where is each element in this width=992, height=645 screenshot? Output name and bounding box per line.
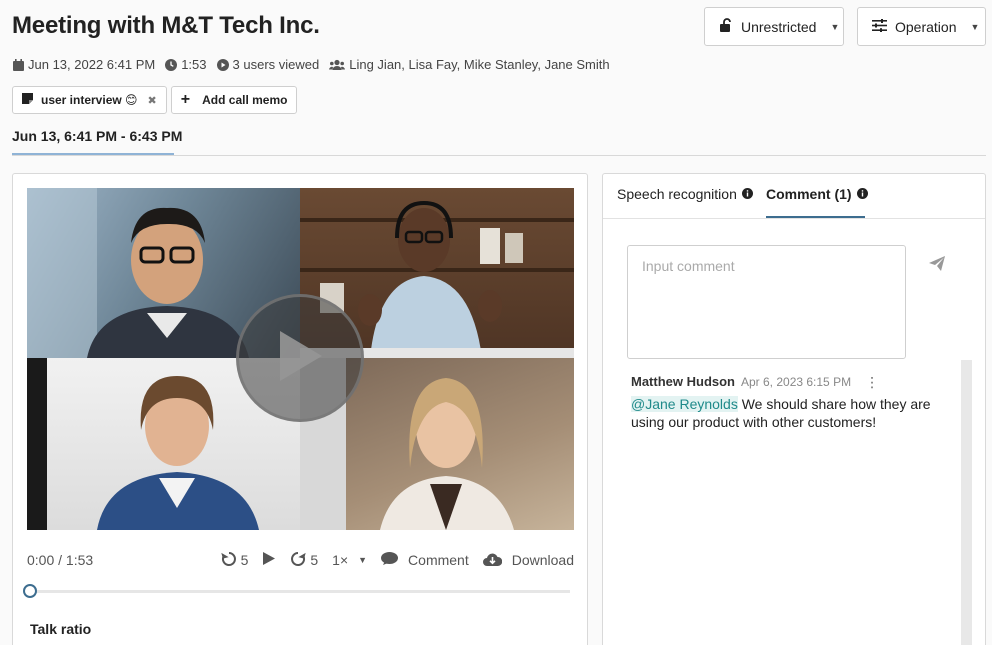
play-button[interactable] bbox=[262, 551, 276, 569]
comment-input[interactable]: Input comment bbox=[627, 245, 906, 359]
clock-icon bbox=[165, 58, 178, 71]
caret-down-icon: ▼ bbox=[358, 555, 368, 565]
comment-body: @Jane Reynolds We should share how they … bbox=[631, 395, 931, 431]
forward-button[interactable]: 5 bbox=[290, 551, 318, 570]
meta-participants: Ling Jian, Lisa Fay, Mike Stanley, Jane … bbox=[329, 57, 610, 72]
page-title: Meeting with M&T Tech Inc. bbox=[12, 12, 320, 39]
rewind-button[interactable]: 5 bbox=[220, 551, 248, 570]
scrollbar[interactable] bbox=[961, 360, 972, 645]
add-call-memo-button[interactable]: + Add call memo bbox=[170, 86, 298, 114]
caret-down-icon: ▼ bbox=[970, 21, 980, 32]
play-circle-icon bbox=[216, 58, 229, 71]
divider bbox=[12, 155, 986, 156]
side-panel: Speech recognition Comment (1) Input com… bbox=[602, 173, 986, 645]
speed-select[interactable]: 1× ▼ bbox=[332, 552, 367, 568]
video-panel: 0:00 / 1:53 5 5 1× ▼ Comment Download Ta… bbox=[12, 173, 588, 645]
access-level-label: Unrestricted bbox=[741, 18, 817, 35]
video-player[interactable] bbox=[27, 188, 574, 530]
progress-knob[interactable] bbox=[23, 584, 37, 598]
play-icon bbox=[262, 551, 276, 569]
meta-duration: 1:53 bbox=[165, 57, 207, 72]
info-icon bbox=[741, 186, 753, 202]
talk-ratio-heading: Talk ratio bbox=[30, 621, 92, 637]
meta-views: 3 users viewed bbox=[216, 57, 319, 72]
unlock-icon bbox=[719, 18, 733, 35]
operation-button[interactable]: Operation ▼ bbox=[857, 7, 986, 46]
send-icon[interactable] bbox=[929, 256, 945, 276]
access-level-button[interactable]: Unrestricted ▼ bbox=[704, 7, 844, 46]
tab-speech-recognition[interactable]: Speech recognition bbox=[617, 186, 753, 202]
sticky-note-icon bbox=[22, 93, 33, 107]
comment-author: Matthew Hudson bbox=[631, 374, 735, 389]
progress-track[interactable] bbox=[29, 590, 570, 593]
comment-date: Apr 6, 2023 6:15 PM bbox=[741, 374, 852, 389]
play-icon bbox=[274, 327, 326, 390]
download-button[interactable]: Download bbox=[482, 552, 574, 569]
cloud-download-icon bbox=[482, 552, 502, 569]
add-call-memo-label: Add call memo bbox=[202, 93, 288, 107]
tag-chips: user interview 😊 ✖ + Add call memo bbox=[12, 86, 298, 114]
info-icon bbox=[856, 186, 868, 202]
calendar-icon bbox=[13, 58, 24, 71]
forward-icon bbox=[290, 551, 307, 570]
tag-chip-user-interview[interactable]: user interview 😊 ✖ bbox=[12, 86, 167, 114]
side-panel-tabs: Speech recognition Comment (1) bbox=[603, 174, 985, 219]
tag-chip-label: user interview 😊 bbox=[41, 93, 138, 107]
more-options-icon[interactable]: ⋮ bbox=[865, 375, 879, 389]
meeting-meta: Jun 13, 2022 6:41 PM 1:53 3 users viewed… bbox=[13, 57, 610, 72]
sliders-icon bbox=[872, 18, 887, 35]
player-controls: 0:00 / 1:53 5 5 1× ▼ Comment Download bbox=[27, 550, 574, 570]
caret-down-icon: ▼ bbox=[830, 21, 840, 32]
meta-date: Jun 13, 2022 6:41 PM bbox=[13, 57, 155, 72]
remove-tag-icon[interactable]: ✖ bbox=[148, 94, 157, 107]
operation-label: Operation bbox=[895, 18, 957, 35]
active-tab-indicator bbox=[12, 153, 174, 155]
time-range-tab[interactable]: Jun 13, 6:41 PM - 6:43 PM bbox=[12, 128, 182, 144]
user-mention[interactable]: @Jane Reynolds bbox=[631, 396, 738, 412]
users-icon bbox=[329, 59, 346, 71]
tab-comment[interactable]: Comment (1) bbox=[766, 186, 868, 202]
plus-icon: + bbox=[180, 91, 191, 108]
play-overlay-button[interactable] bbox=[236, 294, 364, 422]
speech-bubble-icon bbox=[381, 551, 399, 569]
playback-time: 0:00 / 1:53 bbox=[27, 552, 94, 568]
comment-item: Matthew Hudson Apr 6, 2023 6:15 PM ⋮ @Ja… bbox=[631, 374, 931, 431]
meeting-page: Meeting with M&T Tech Inc. Unrestricted … bbox=[0, 0, 992, 645]
active-tab-indicator bbox=[766, 216, 865, 218]
rewind-icon bbox=[220, 551, 237, 570]
comment-button[interactable]: Comment bbox=[381, 551, 469, 569]
